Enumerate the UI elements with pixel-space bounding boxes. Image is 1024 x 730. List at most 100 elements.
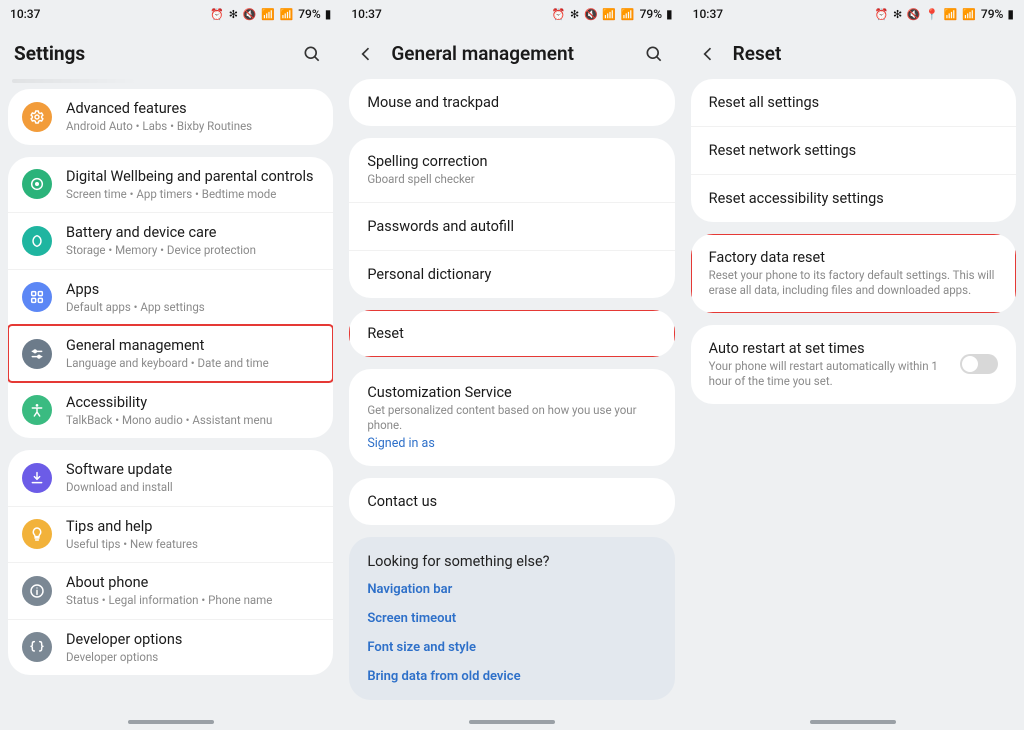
row-title: Passwords and autofill [367, 218, 656, 235]
battery-icon: ▮ [325, 7, 332, 21]
row-title: Digital Wellbeing and parental controls [66, 168, 319, 186]
general-management-list: Mouse and trackpad Spelling correctionGbo… [341, 79, 682, 537]
looking-for-card: Looking for something else? Navigation b… [349, 537, 674, 700]
looking-for-title: Looking for something else? [367, 553, 656, 570]
status-right: ⏰ ✻ 🔇 📶 📶 79% ▮ [210, 7, 331, 21]
settings-row-apps[interactable]: AppsDefault apps • App settings [8, 269, 333, 326]
reset-row-factory-data-reset[interactable]: Factory data reset Reset your phone to it… [691, 234, 1016, 313]
wellbeing-icon [22, 169, 52, 199]
reset-row-reset-network-settings[interactable]: Reset network settings [691, 126, 1016, 174]
row-title: Mouse and trackpad [367, 94, 656, 111]
row-title: Developer options [66, 631, 319, 649]
reset-row-reset-accessibility-settings[interactable]: Reset accessibility settings [691, 174, 1016, 222]
header: Reset [683, 28, 1024, 79]
row-subtitle: Download and install [66, 480, 319, 494]
row-title: Reset all settings [709, 94, 998, 111]
row-title: General management [66, 337, 319, 355]
row-title: Battery and device care [66, 224, 319, 242]
battery-icon: ▮ [1007, 7, 1014, 21]
nav-handle[interactable] [469, 720, 555, 724]
row-title: Reset accessibility settings [709, 190, 998, 207]
gm-row-customization-service[interactable]: Customization ServiceGet personalized co… [349, 369, 674, 466]
status-bar: 10:37 ⏰ ✻ 🔇 📶 📶 79% ▮ [0, 0, 341, 28]
settings-panel: 10:37 ⏰ ✻ 🔇 📶 📶 79% ▮ Settings Advanced … [0, 0, 341, 730]
row-title: Accessibility [66, 394, 319, 412]
row-subtitle: Status • Legal information • Phone name [66, 593, 319, 607]
gm-row-reset[interactable]: Reset [349, 310, 674, 357]
settings-row-general-management[interactable]: General managementLanguage and keyboard … [8, 325, 333, 382]
status-battery: 79% [640, 7, 662, 21]
search-icon [644, 44, 664, 64]
gm-group: Mouse and trackpad [349, 79, 674, 126]
settings-row-tips-and-help[interactable]: Tips and helpUseful tips • New features [8, 506, 333, 563]
status-bar: 10:37 ⏰ ✻ 🔇 📍 📶 📶 79% ▮ [683, 0, 1024, 28]
search-button[interactable] [643, 43, 665, 65]
header: Settings [0, 28, 341, 79]
row-subtitle: Useful tips • New features [66, 537, 319, 551]
row-title: Contact us [367, 493, 656, 510]
settings-row-battery-and-device-care[interactable]: Battery and device careStorage • Memory … [8, 212, 333, 269]
looking-for-link[interactable]: Navigation bar [367, 582, 656, 597]
row-subtitle: Reset your phone to its factory default … [709, 268, 998, 298]
gm-group: Customization ServiceGet personalized co… [349, 369, 674, 466]
row-subtitle: Developer options [66, 650, 319, 664]
row-subtitle: Language and keyboard • Date and time [66, 356, 319, 370]
row-title: Factory data reset [709, 249, 998, 266]
settings-row-accessibility[interactable]: AccessibilityTalkBack • Mono audio • Ass… [8, 382, 333, 439]
gm-row-spelling-correction[interactable]: Spelling correctionGboard spell checker [349, 138, 674, 202]
back-button[interactable] [355, 43, 377, 65]
toggle-switch[interactable] [960, 354, 998, 374]
settings-group: Software updateDownload and installTips … [8, 450, 333, 675]
gm-row-mouse-and-trackpad[interactable]: Mouse and trackpad [349, 79, 674, 126]
general-management-panel: 10:37 ⏰ ✻ 🔇 📶 📶 79% ▮ General management… [341, 0, 682, 730]
row-subtitle: Storage • Memory • Device protection [66, 243, 319, 257]
settings-group: Advanced featuresAndroid Auto • Labs • B… [8, 89, 333, 145]
chevron-left-icon [698, 44, 718, 64]
status-right: ⏰ ✻ 🔇 📍 📶 📶 79% ▮ [875, 7, 1014, 21]
settings-row-digital-wellbeing-and-parental-controls[interactable]: Digital Wellbeing and parental controlsS… [8, 157, 333, 213]
back-button[interactable] [697, 43, 719, 65]
search-button[interactable] [301, 43, 323, 65]
row-subtitle: Get personalized content based on how yo… [367, 403, 656, 433]
gm-row-personal-dictionary[interactable]: Personal dictionary [349, 250, 674, 298]
settings-list: Advanced featuresAndroid Auto • Labs • B… [0, 89, 341, 687]
gear-icon [22, 102, 52, 132]
chevron-left-icon [356, 44, 376, 64]
settings-row-software-update[interactable]: Software updateDownload and install [8, 450, 333, 506]
settings-row-developer-options[interactable]: Developer optionsDeveloper options [8, 619, 333, 676]
row-link[interactable]: Signed in as [367, 436, 656, 451]
status-right: ⏰ ✻ 🔇 📶 📶 79% ▮ [552, 7, 673, 21]
looking-for-link[interactable]: Screen timeout [367, 611, 656, 626]
settings-row-about-phone[interactable]: About phoneStatus • Legal information • … [8, 562, 333, 619]
row-title: Software update [66, 461, 319, 479]
reset-group: Factory data reset Reset your phone to it… [691, 234, 1016, 313]
reset-row-reset-all-settings[interactable]: Reset all settings [691, 79, 1016, 126]
gm-row-contact-us[interactable]: Contact us [349, 478, 674, 525]
row-title: Spelling correction [367, 153, 656, 170]
looking-for-link[interactable]: Font size and style [367, 640, 656, 655]
settings-row-advanced-features[interactable]: Advanced featuresAndroid Auto • Labs • B… [8, 89, 333, 145]
row-subtitle: Screen time • App timers • Bedtime mode [66, 187, 319, 201]
nav-handle[interactable] [128, 720, 214, 724]
reset-group: Reset all settings Reset network settings… [691, 79, 1016, 222]
page-title: Reset [733, 42, 1006, 65]
page-title: Settings [14, 42, 287, 65]
battery-icon: ▮ [666, 7, 673, 21]
row-title: Advanced features [66, 100, 319, 118]
settings-group: Digital Wellbeing and parental controlsS… [8, 157, 333, 439]
status-icons: ⏰ ✻ 🔇 📶 📶 [210, 8, 294, 21]
status-icons: ⏰ ✻ 🔇 📶 📶 [552, 8, 636, 21]
status-time: 10:37 [693, 7, 723, 21]
gm-row-passwords-and-autofill[interactable]: Passwords and autofill [349, 202, 674, 250]
lightbulb-icon [22, 519, 52, 549]
reset-panel: 10:37 ⏰ ✻ 🔇 📍 📶 📶 79% ▮ Reset Reset all … [683, 0, 1024, 730]
sliders-icon [22, 339, 52, 369]
status-time: 10:37 [10, 7, 40, 21]
download-icon [22, 463, 52, 493]
status-battery: 79% [981, 7, 1003, 21]
looking-for-link[interactable]: Bring data from old device [367, 669, 656, 684]
reset-row-auto-restart-at-set-times[interactable]: Auto restart at set timesYour phone will… [691, 325, 1016, 404]
braces-icon [22, 632, 52, 662]
row-subtitle: Default apps • App settings [66, 300, 319, 314]
nav-handle[interactable] [810, 720, 896, 724]
